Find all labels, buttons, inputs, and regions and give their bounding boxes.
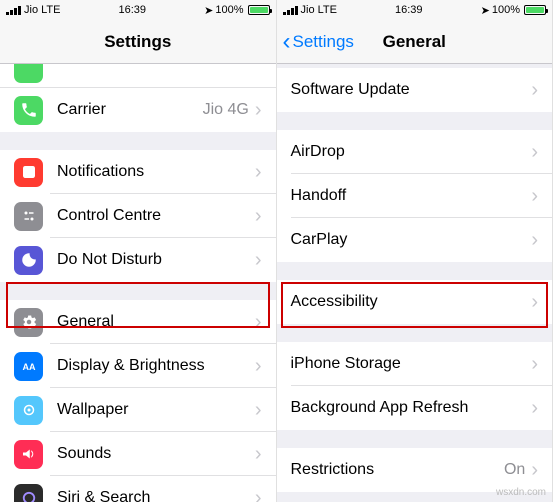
gear-icon [14, 308, 43, 337]
row-label: Handoff [291, 187, 532, 205]
location-icon: ➤ [481, 4, 490, 17]
phone-icon [14, 64, 43, 83]
chevron-right-icon: › [255, 250, 262, 270]
back-button[interactable]: ‹ Settings [283, 30, 354, 54]
notifications-icon [14, 158, 43, 187]
row-label: General [57, 313, 255, 331]
row-carrier[interactable]: Carrier Jio 4G › [0, 88, 276, 132]
chevron-right-icon: › [255, 400, 262, 420]
watermark: wsxdn.com [496, 487, 546, 498]
chevron-right-icon: › [255, 206, 262, 226]
row-label: Siri & Search [57, 489, 255, 502]
back-label: Settings [293, 32, 354, 52]
page-title: Settings [104, 32, 171, 52]
signal-icon [6, 6, 21, 15]
row-label: Carrier [57, 101, 203, 119]
chevron-right-icon: › [531, 186, 538, 206]
carrier-name: Jio [301, 4, 315, 16]
battery-icon [524, 5, 546, 15]
chevron-right-icon: › [531, 460, 538, 480]
chevron-right-icon: › [255, 312, 262, 332]
row-label: Software Update [291, 81, 532, 99]
row-siri[interactable]: Siri & Search › [0, 476, 276, 502]
chevron-left-icon: ‹ [283, 30, 291, 54]
row-background-refresh[interactable]: Background App Refresh › [277, 386, 553, 430]
chevron-right-icon: › [531, 142, 538, 162]
row-value: Jio 4G [203, 101, 249, 119]
row-iphone-storage[interactable]: iPhone Storage › [277, 342, 553, 386]
row-sounds[interactable]: Sounds › [0, 432, 276, 476]
status-bar: Jio LTE 16:39 ➤ 100% [277, 0, 553, 20]
siri-icon [14, 484, 43, 502]
chevron-right-icon: › [531, 230, 538, 250]
row-notifications[interactable]: Notifications › [0, 150, 276, 194]
row-handoff[interactable]: Handoff › [277, 174, 553, 218]
clock: 16:39 [119, 4, 147, 16]
chevron-right-icon: › [255, 488, 262, 502]
network-type: LTE [318, 4, 337, 16]
wallpaper-icon [14, 396, 43, 425]
dnd-icon [14, 246, 43, 275]
carrier-icon [14, 96, 43, 125]
row-label: Restrictions [291, 461, 504, 479]
row-label: Display & Brightness [57, 357, 255, 375]
battery-pct: 100% [215, 4, 243, 16]
row-label: iPhone Storage [291, 355, 532, 373]
row-label: Background App Refresh [291, 399, 532, 417]
row-display[interactable]: AA Display & Brightness › [0, 344, 276, 388]
network-type: LTE [41, 4, 60, 16]
settings-list[interactable]: Carrier Jio 4G › Notifications › Control… [0, 64, 276, 502]
general-list[interactable]: Software Update › AirDrop › Handoff › Ca… [277, 64, 553, 502]
row-label: Do Not Disturb [57, 251, 255, 269]
row-label: CarPlay [291, 231, 532, 249]
row-wallpaper[interactable]: Wallpaper › [0, 388, 276, 432]
page-title: General [383, 32, 446, 52]
carrier-name: Jio [24, 4, 38, 16]
sounds-icon [14, 440, 43, 469]
row-restrictions[interactable]: Restrictions On › [277, 448, 553, 492]
row-label: AirDrop [291, 143, 532, 161]
control-centre-icon [14, 202, 43, 231]
general-screen: Jio LTE 16:39 ➤ 100% ‹ Settings General … [277, 0, 553, 502]
chevron-right-icon: › [255, 162, 262, 182]
row-label: Sounds [57, 445, 255, 463]
row-label: Accessibility [291, 293, 532, 311]
row-airdrop[interactable]: AirDrop › [277, 130, 553, 174]
settings-screen: Jio LTE 16:39 ➤ 100% Settings Carrier Ji… [0, 0, 277, 502]
battery-icon [248, 5, 270, 15]
row-label: Wallpaper [57, 401, 255, 419]
signal-icon [283, 6, 298, 15]
status-bar: Jio LTE 16:39 ➤ 100% [0, 0, 276, 20]
chevron-right-icon: › [531, 80, 538, 100]
row-dnd[interactable]: Do Not Disturb › [0, 238, 276, 282]
row-label: Control Centre [57, 207, 255, 225]
row-accessibility[interactable]: Accessibility › [277, 280, 553, 324]
chevron-right-icon: › [255, 100, 262, 120]
location-icon: ➤ [204, 4, 213, 17]
chevron-right-icon: › [255, 356, 262, 376]
list-item-partial[interactable] [0, 64, 276, 88]
chevron-right-icon: › [255, 444, 262, 464]
row-carplay[interactable]: CarPlay › [277, 218, 553, 262]
chevron-right-icon: › [531, 398, 538, 418]
chevron-right-icon: › [531, 292, 538, 312]
row-control-centre[interactable]: Control Centre › [0, 194, 276, 238]
battery-pct: 100% [492, 4, 520, 16]
row-value: On [504, 461, 525, 479]
row-software-update[interactable]: Software Update › [277, 68, 553, 112]
row-label: Notifications [57, 163, 255, 181]
display-icon: AA [14, 352, 43, 381]
navbar: ‹ Settings General [277, 20, 553, 64]
chevron-right-icon: › [531, 354, 538, 374]
navbar: Settings [0, 20, 276, 64]
row-general[interactable]: General › [0, 300, 276, 344]
svg-text:AA: AA [22, 362, 35, 372]
clock: 16:39 [395, 4, 423, 16]
